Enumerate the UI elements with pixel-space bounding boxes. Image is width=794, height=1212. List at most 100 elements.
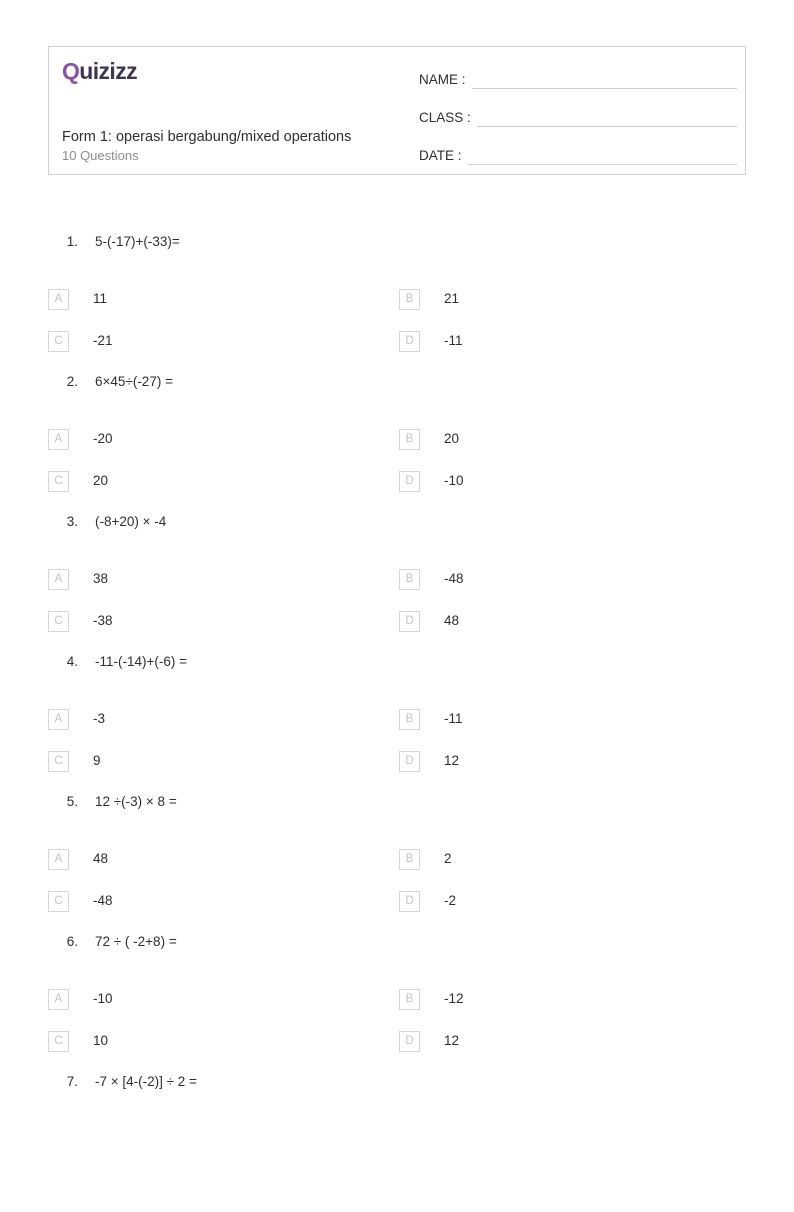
question-item: 6. 72 ÷ ( -2+8) = A -10 B -12 C 10 D 12 <box>0 932 794 1072</box>
answer-option-b[interactable]: B 21 <box>399 288 459 310</box>
answer-option-a[interactable]: A -3 <box>48 708 105 730</box>
answer-options: A -20 B 20 C 20 D -10 <box>0 406 794 506</box>
option-letter-badge: C <box>48 750 69 772</box>
question-text: (-8+20) × -4 <box>95 514 167 529</box>
option-letter-badge: B <box>399 708 420 730</box>
answer-option-a[interactable]: A 48 <box>48 848 108 870</box>
question-text: -11-(-14)+(-6) = <box>95 654 188 669</box>
question-heading: 1. 5-(-17)+(-33)= <box>0 232 794 266</box>
date-input[interactable] <box>467 149 737 165</box>
worksheet-header-card: Quizizz Form 1: operasi bergabung/mixed … <box>48 46 746 175</box>
option-letter-badge: A <box>48 848 69 870</box>
option-letter-badge: D <box>399 1030 420 1052</box>
question-item: 1. 5-(-17)+(-33)= A 11 B 21 C -21 D -11 <box>0 232 794 372</box>
option-text: -10 <box>444 473 464 488</box>
option-text: 12 <box>444 1033 460 1048</box>
answer-option-b[interactable]: B 2 <box>399 848 452 870</box>
option-text: 12 <box>444 753 460 768</box>
option-letter-badge: C <box>48 330 69 352</box>
option-text: -48 <box>93 893 113 908</box>
question-count-label: 10 Questions <box>62 148 139 163</box>
question-item: 3. (-8+20) × -4 A 38 B -48 C -38 D 48 <box>0 512 794 652</box>
answer-option-a[interactable]: A -10 <box>48 988 113 1010</box>
answer-option-d[interactable]: D 12 <box>399 750 459 772</box>
answer-option-d[interactable]: D 12 <box>399 1030 459 1052</box>
question-number: 1. <box>66 234 78 249</box>
option-text: -12 <box>444 991 464 1006</box>
question-heading: 3. (-8+20) × -4 <box>0 512 794 546</box>
answer-option-a[interactable]: A 11 <box>48 288 107 310</box>
answer-option-b[interactable]: B 20 <box>399 428 459 450</box>
answer-options: A 48 B 2 C -48 D -2 <box>0 826 794 926</box>
question-text: 12 ÷(-3) × 8 = <box>95 794 177 809</box>
option-letter-badge: C <box>48 610 69 632</box>
answer-option-b[interactable]: B -12 <box>399 988 464 1010</box>
answer-option-a[interactable]: A -20 <box>48 428 113 450</box>
option-letter-badge: A <box>48 288 69 310</box>
option-text: -21 <box>93 333 113 348</box>
question-item: 2. 6×45÷(-27) = A -20 B 20 C 20 D -10 <box>0 372 794 512</box>
class-field-row: CLASS : <box>419 105 737 127</box>
option-text: 11 <box>93 291 108 306</box>
answer-option-d[interactable]: D -10 <box>399 470 464 492</box>
option-text: 2 <box>444 851 452 866</box>
date-field-label: DATE : <box>419 148 462 163</box>
option-text: 38 <box>93 571 109 586</box>
answer-options: A -3 B -11 C 9 D 12 <box>0 686 794 786</box>
option-text: -38 <box>93 613 113 628</box>
option-text: 10 <box>93 1033 109 1048</box>
quizizz-logo-q: Q <box>62 58 80 84</box>
question-number: 3. <box>66 514 78 529</box>
option-text: 20 <box>93 473 109 488</box>
answer-option-b[interactable]: B -11 <box>399 708 463 730</box>
answer-option-c[interactable]: C 10 <box>48 1030 108 1052</box>
option-text: -48 <box>444 571 464 586</box>
option-letter-badge: A <box>48 988 69 1010</box>
option-letter-badge: C <box>48 890 69 912</box>
answer-options: A 11 B 21 C -21 D -11 <box>0 266 794 366</box>
student-info-fields: NAME : CLASS : DATE : <box>419 67 737 181</box>
quizizz-logo-text: uizizz <box>79 58 138 84</box>
option-letter-badge: A <box>48 428 69 450</box>
option-letter-badge: C <box>48 470 69 492</box>
option-letter-badge: D <box>399 890 420 912</box>
answer-option-c[interactable]: C 9 <box>48 750 101 772</box>
question-item: 4. -11-(-14)+(-6) = A -3 B -11 C 9 D 12 <box>0 652 794 792</box>
page-title: Form 1: operasi bergabung/mixed operatio… <box>62 129 352 145</box>
answer-option-c[interactable]: C -21 <box>48 330 113 352</box>
class-input[interactable] <box>476 111 737 127</box>
question-number: 7. <box>66 1074 78 1089</box>
option-letter-badge: D <box>399 470 420 492</box>
answer-option-c[interactable]: C 20 <box>48 470 108 492</box>
answer-option-c[interactable]: C -38 <box>48 610 113 632</box>
answer-option-c[interactable]: C -48 <box>48 890 113 912</box>
option-letter-badge: B <box>399 568 420 590</box>
option-letter-badge: B <box>399 988 420 1010</box>
option-text: 48 <box>444 613 460 628</box>
answer-option-d[interactable]: D -11 <box>399 330 463 352</box>
question-heading: 7. -7 × [4-(-2)] ÷ 2 = <box>0 1072 794 1106</box>
option-text: 20 <box>444 431 460 446</box>
option-letter-badge: C <box>48 1030 69 1052</box>
header-branding: Quizizz <box>62 57 422 85</box>
question-item: 5. 12 ÷(-3) × 8 = A 48 B 2 C -48 D -2 <box>0 792 794 932</box>
option-letter-badge: D <box>399 610 420 632</box>
answer-option-d[interactable]: D -2 <box>399 890 456 912</box>
answer-options: A -10 B -12 C 10 D 12 <box>0 966 794 1066</box>
answer-option-a[interactable]: A 38 <box>48 568 108 590</box>
name-field-row: NAME : <box>419 67 737 89</box>
option-letter-badge: D <box>399 330 420 352</box>
name-field-label: NAME : <box>419 72 466 87</box>
question-list: 1. 5-(-17)+(-33)= A 11 B 21 C -21 D -11 <box>0 232 794 1212</box>
question-heading: 6. 72 ÷ ( -2+8) = <box>0 932 794 966</box>
option-letter-badge: B <box>399 848 420 870</box>
option-letter-badge: B <box>399 428 420 450</box>
option-text: -11 <box>444 333 463 348</box>
answer-option-b[interactable]: B -48 <box>399 568 464 590</box>
question-number: 4. <box>66 654 78 669</box>
question-text: 72 ÷ ( -2+8) = <box>95 934 177 949</box>
question-text: 6×45÷(-27) = <box>95 374 173 389</box>
name-input[interactable] <box>471 73 737 89</box>
option-letter-badge: B <box>399 288 420 310</box>
answer-option-d[interactable]: D 48 <box>399 610 459 632</box>
